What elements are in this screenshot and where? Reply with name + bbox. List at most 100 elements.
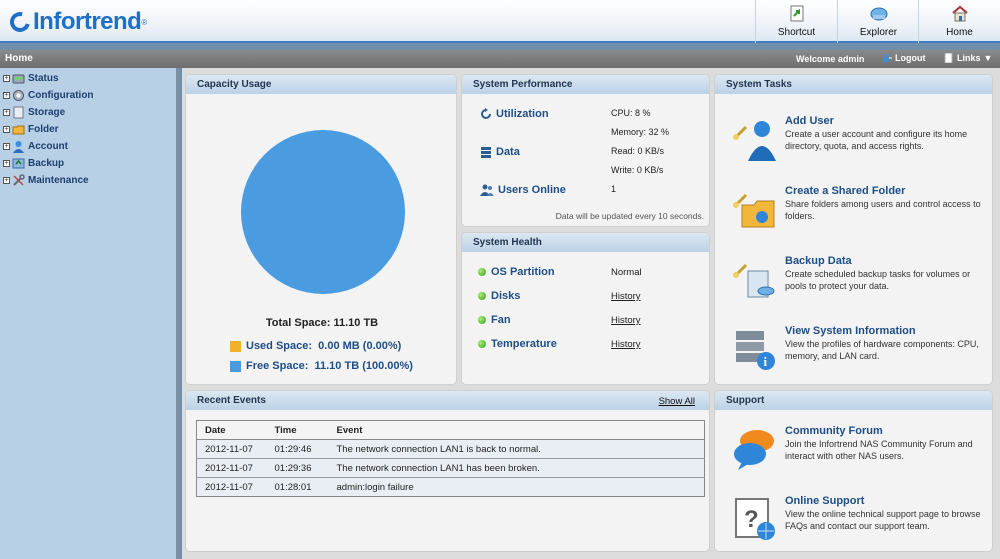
add-user-task[interactable]: Add User Create a user account and confi… [727,115,989,169]
table-row[interactable]: 2012-11-07 01:28:01 admin:login failure [196,477,705,497]
chevron-down-icon: ▼ [983,53,993,63]
panel-title: System Tasks [715,75,992,94]
capacity-usage-panel: Capacity Usage Total Space: 11.10 TB Use… [185,74,457,385]
status-icon [12,74,25,83]
storage-icon [13,106,24,118]
sidebar-item-status[interactable]: + Status [3,71,59,85]
status-ok-icon [478,340,486,348]
sidebar-item-backup[interactable]: + Backup [3,156,64,170]
total-space: Total Space: 11.10 TB [265,317,379,329]
status-ok-icon [478,268,486,276]
links-dropdown[interactable]: Links ▼ [944,53,992,63]
backup-data-task[interactable]: Backup Data Create scheduled backup task… [727,255,989,309]
configuration-icon [13,89,24,101]
maintenance-icon [13,173,25,186]
expand-icon[interactable]: + [3,159,10,167]
users-icon [480,184,494,196]
status-ok-icon [478,292,486,300]
users-online-row: Users Online [480,184,566,196]
free-swatch [230,360,241,372]
navigation-bar: Home Welcome admin Logout Links ▼ [0,50,1000,68]
update-note: Data will be updated every 10 seconds. [555,211,704,221]
logout-icon [883,54,892,62]
backup-icon [12,158,25,168]
memory-value: Memory: 32 % [611,127,670,137]
utilization-row: Utilization [480,108,549,120]
events-table: Date Time Event 2012-11-07 01:29:46 The … [196,420,705,497]
health-row-os-partition: OS Partition [478,266,555,278]
shared-folder-icon [733,193,775,228]
table-row[interactable]: 2012-11-07 01:29:46 The network connecti… [196,439,705,459]
fan-history-link[interactable]: History [611,315,641,326]
logout-link[interactable]: Logout [882,53,926,63]
table-row[interactable]: 2012-11-07 01:29:36 The network connecti… [196,458,705,478]
database-icon [481,147,491,158]
welcome-text: Welcome admin [796,54,865,64]
sidebar-item-maintenance[interactable]: + Maintenance [3,173,89,187]
disks-history-link[interactable]: History [611,291,641,302]
cpu-value: CPU: 8 % [611,108,651,118]
create-shared-folder-task[interactable]: Create a Shared Folder Share folders amo… [727,185,989,239]
users-count: 1 [611,184,617,194]
health-row-disks: Disks [478,290,520,302]
panel-title: System Performance [462,75,709,94]
forum-icon [734,430,774,470]
sidebar-item-storage[interactable]: + Storage [3,105,65,119]
home-icon [951,5,968,22]
logo-text: Infortrend [33,8,142,35]
system-performance-panel: System Performance Utilization CPU: 8 % … [461,74,710,227]
health-row-fan: Fan [478,314,511,326]
data-row: Data [480,146,520,158]
add-user-icon [733,121,776,161]
table-header-row: Date Time Event [196,420,705,440]
panel-title: Recent Events Show All [186,391,709,410]
sidebar: + Status + Configuration + Storage + Fol… [0,68,179,559]
write-value: Write: 0 KB/s [611,165,664,175]
expand-icon[interactable]: + [3,74,10,82]
folder-icon [12,125,25,134]
read-value: Read: 0 KB/s [611,146,665,156]
expand-icon[interactable]: + [3,142,10,150]
top-header: Infortrend ® Shortcut Explorer Home [0,0,1000,43]
panel-title: Capacity Usage [186,75,456,94]
backup-data-icon [733,263,775,298]
support-panel: Support Community Forum Join the Infortr… [714,390,993,552]
community-forum-link[interactable]: Community Forum Join the Infortrend NAS … [727,425,989,479]
system-information-icon: i [736,331,775,370]
svg-text:?: ? [744,506,759,533]
expand-icon[interactable]: + [3,91,10,99]
expand-icon[interactable]: + [3,108,10,116]
capacity-pie-chart [241,130,405,294]
show-all-link[interactable]: Show All [659,396,695,407]
refresh-icon [481,108,491,119]
shortcut-button[interactable]: Shortcut [755,0,837,43]
expand-icon[interactable]: + [3,176,10,184]
used-swatch [230,340,241,352]
sidebar-item-folder[interactable]: + Folder [3,122,59,136]
home-button[interactable]: Home [918,0,1000,43]
os-partition-status: Normal [611,267,642,278]
health-row-temperature: Temperature [478,338,557,350]
system-tasks-panel: System Tasks Add User Create a user acco… [714,74,993,385]
sidebar-item-configuration[interactable]: + Configuration [3,88,94,102]
explorer-button[interactable]: Explorer [837,0,919,43]
explorer-icon [870,7,887,21]
view-system-information-task[interactable]: i View System Information View the profi… [727,325,989,379]
shortcut-icon [790,5,803,22]
panel-title: Support [715,391,992,410]
system-health-panel: System Health OS Partition Normal Disks … [461,232,710,385]
expand-icon[interactable]: + [3,125,10,133]
panel-title: System Health [462,233,709,252]
free-space-legend: Free Space: 11.10 TB (100.00%) [230,360,413,372]
used-space-legend: Used Space: 0.00 MB (0.00%) [230,340,401,352]
svg-text:i: i [764,354,768,369]
account-icon [13,140,24,153]
temperature-history-link[interactable]: History [611,339,641,350]
recent-events-panel: Recent Events Show All Date Time Event 2… [185,390,710,552]
breadcrumb[interactable]: Home [5,53,33,64]
online-support-icon: ? [735,498,775,540]
sidebar-item-account[interactable]: + Account [3,139,68,153]
online-support-link[interactable]: ? Online Support View the online technic… [727,495,989,549]
logo-mark-icon [6,8,34,36]
page-icon [944,53,953,63]
